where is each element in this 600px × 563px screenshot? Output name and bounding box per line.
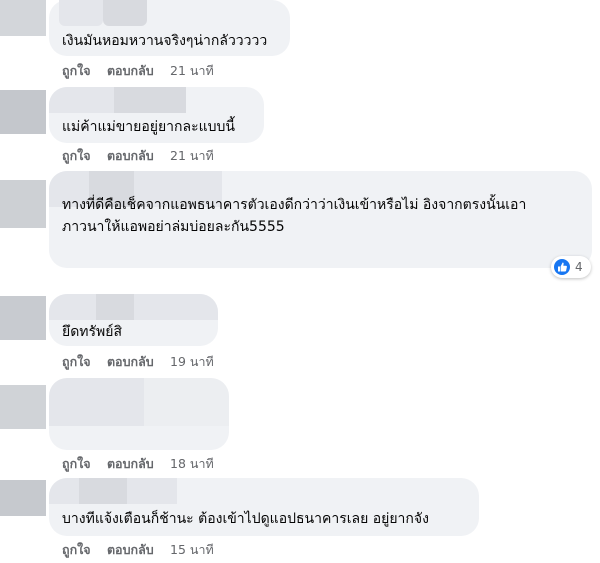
comment-bubble (49, 378, 229, 450)
comment-bubble: ยึดทรัพย์สิ (49, 294, 218, 346)
avatar[interactable] (0, 90, 46, 134)
comment-text: เงินมันหอมหวานจริงๆน่ากลัววววว (62, 33, 268, 49)
comment-actions: ถูกใจ ตอบกลับ 18 นาที (62, 454, 226, 474)
reply-button[interactable]: ตอบกลับ (107, 61, 154, 81)
comment-text: บางทีแจ้งเตือนก็ช้านะ ต้องเข้าไปดูแอปธนา… (62, 511, 429, 527)
avatar[interactable] (0, 180, 46, 228)
commenter-name[interactable] (49, 478, 79, 504)
like-button[interactable]: ถูกใจ (62, 540, 91, 560)
avatar[interactable] (0, 296, 46, 340)
comment-text: แม่ค้าแม่ขายอยู่ยากละแบบนี้ (62, 119, 235, 135)
comment-text: ยึดทรัพย์สิ (62, 324, 123, 340)
timestamp[interactable]: 19 นาที (170, 352, 214, 372)
comment-bubble: ทางที่ดีคือเช็คจากแอพธนาคารตัวเองดีกว่าว… (49, 171, 592, 268)
blurred-content (49, 378, 144, 426)
like-button[interactable]: ถูกใจ (62, 146, 91, 166)
comment-actions: ถูกใจ ตอบกลับ 21 นาที (62, 146, 226, 166)
comment-actions: ถูกใจ ตอบกลับ 19 นาที (62, 352, 226, 372)
commenter-name[interactable] (134, 294, 218, 320)
commenter-name[interactable] (49, 87, 114, 113)
reply-button[interactable]: ตอบกลับ (107, 352, 154, 372)
commenter-name[interactable] (127, 478, 177, 504)
commenter-name[interactable] (79, 478, 127, 504)
avatar[interactable] (0, 385, 46, 429)
comment-actions: ถูกใจ ตอบกลับ 15 นาที (62, 540, 226, 560)
like-button[interactable]: ถูกใจ (62, 61, 91, 81)
comment-bubble: บางทีแจ้งเตือนก็ช้านะ ต้องเข้าไปดูแอปธนา… (49, 478, 479, 536)
commenter-name[interactable] (49, 294, 96, 320)
reply-button[interactable]: ตอบกลับ (107, 146, 154, 166)
reaction-count: 4 (575, 260, 583, 274)
comment-bubble: แม่ค้าแม่ขายอยู่ยากละแบบนี้ (49, 87, 264, 143)
commenter-name[interactable] (59, 0, 103, 26)
commenter-name[interactable] (96, 294, 134, 320)
avatar[interactable] (0, 480, 46, 516)
comment-text-line-1: ทางที่ดีคือเช็คจากแอพธนาคารตัวเองดีกว่าว… (62, 197, 527, 213)
comment-actions: ถูกใจ ตอบกลับ 21 นาที (62, 61, 226, 81)
reply-button[interactable]: ตอบกลับ (107, 540, 154, 560)
like-button[interactable]: ถูกใจ (62, 352, 91, 372)
timestamp[interactable]: 21 นาที (170, 146, 214, 166)
thumbs-up-icon (554, 259, 570, 275)
commenter-name[interactable] (103, 0, 147, 26)
timestamp[interactable]: 18 นาที (170, 454, 214, 474)
like-button[interactable]: ถูกใจ (62, 454, 91, 474)
commenter-name[interactable] (114, 87, 186, 113)
comment-bubble: เงินมันหอมหวานจริงๆน่ากลัววววว (49, 0, 290, 56)
reaction-summary[interactable]: 4 (551, 256, 591, 278)
avatar[interactable] (0, 0, 46, 36)
blurred-content (144, 378, 229, 426)
timestamp[interactable]: 21 นาที (170, 61, 214, 81)
timestamp[interactable]: 15 นาที (170, 540, 214, 560)
reply-button[interactable]: ตอบกลับ (107, 454, 154, 474)
comment-text-line-2: ภาวนาให้แอพอย่าล่มบ่อยละกัน5555 (62, 219, 285, 235)
blurred-content (49, 426, 229, 450)
